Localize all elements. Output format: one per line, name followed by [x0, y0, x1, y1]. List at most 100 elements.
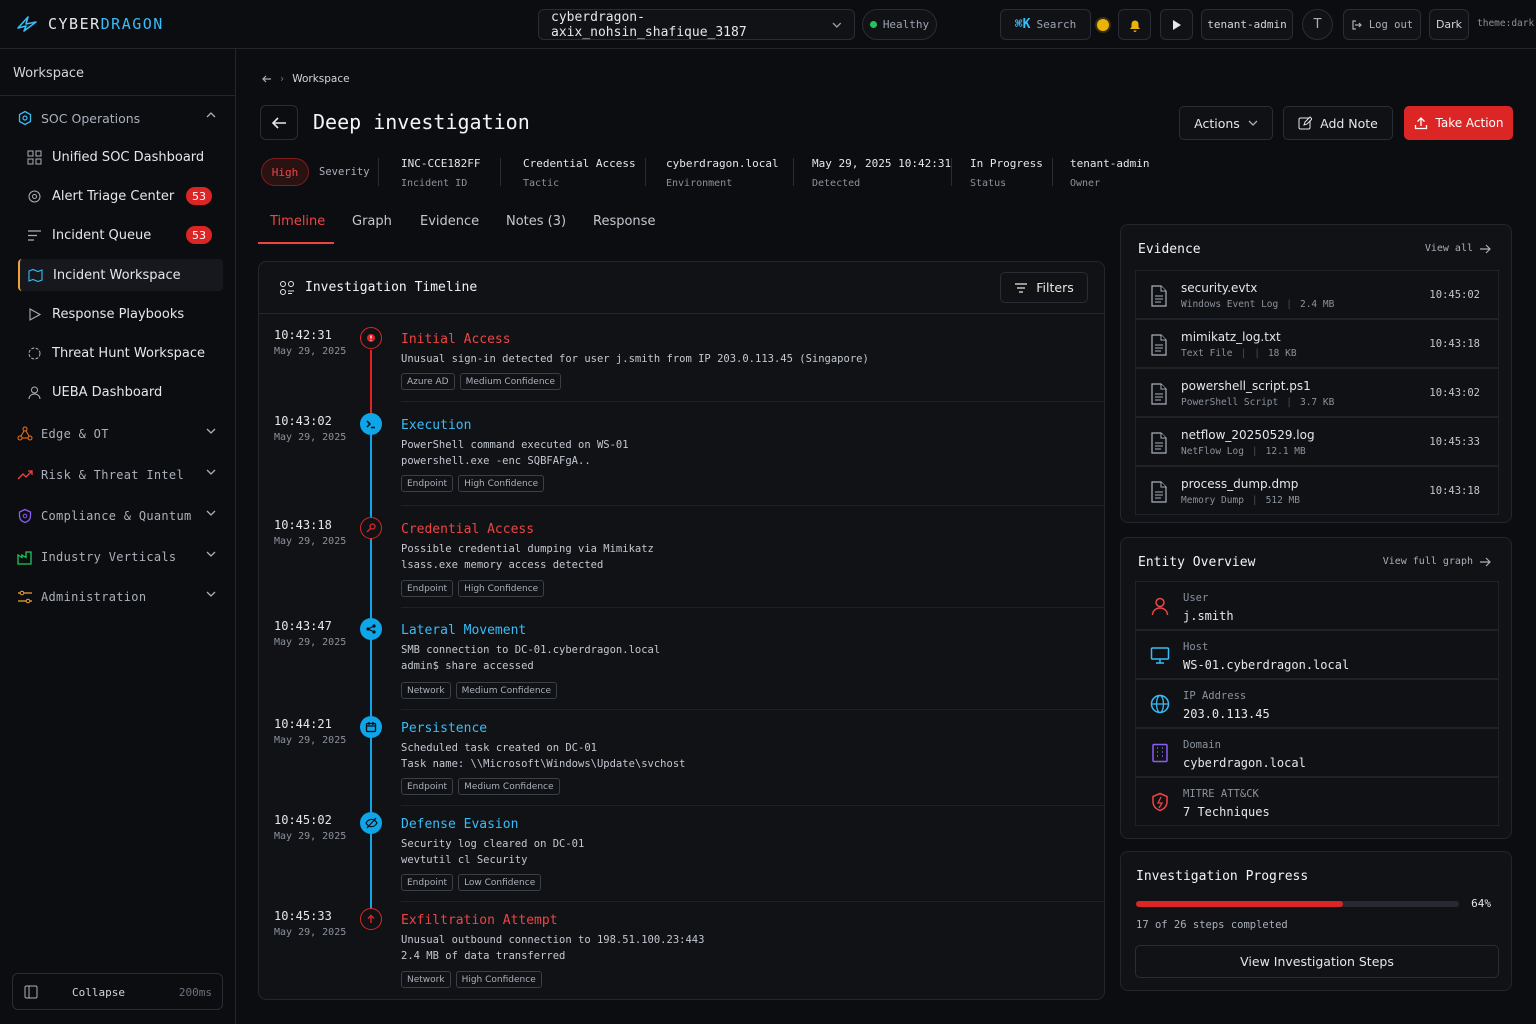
play-button[interactable] — [1160, 9, 1193, 40]
event-title: Initial Access — [401, 332, 511, 347]
logout-icon — [1352, 19, 1362, 30]
chevron-down-icon — [832, 22, 842, 28]
event-detail: Task name: \\Microsoft\Windows\Update\sv… — [401, 758, 686, 770]
evidence-item[interactable]: process_dump.dmp Memory Dump | 512 MB 10:4… — [1135, 466, 1499, 515]
tenant-select[interactable]: cyberdragon-axix_nohsin_shafique_3187 — [538, 9, 855, 40]
evidence-item[interactable]: security.evtx Windows Event Log | 2.4 MB 1… — [1135, 270, 1499, 319]
event-time: 10:42:31 — [274, 328, 332, 342]
collapse-sidebar-button[interactable]: Collapse 200ms — [12, 973, 223, 1010]
arrow-right-icon — [1480, 244, 1491, 253]
tab-timeline[interactable]: Timeline — [270, 214, 325, 229]
event-tag: High Confidence — [458, 475, 545, 492]
sidebar-item-alert-triage-center[interactable]: Alert Triage Center 53 — [18, 180, 223, 212]
view-full-graph-link[interactable]: View full graph — [1383, 556, 1491, 567]
evidence-item[interactable]: mimikatz_log.txt Text File | | 18 KB 10:43:… — [1135, 319, 1499, 368]
evidence-name: netflow_20250529.log — [1181, 428, 1315, 442]
tab-response[interactable]: Response — [593, 214, 655, 229]
sidebar-item-threat-hunt-workspace[interactable]: Threat Hunt Workspace — [18, 337, 223, 369]
sidebar-item-response-playbooks[interactable]: Response Playbooks — [18, 298, 223, 330]
sidebar-item-incident-workspace[interactable]: Incident Workspace — [18, 259, 223, 291]
entity-item-ip-address[interactable]: IP Address 203.0.113.45 — [1135, 679, 1499, 728]
logout-button[interactable]: Log out — [1343, 9, 1421, 40]
sidebar-group-risk-threat-intel[interactable]: Risk & Threat Intel — [17, 462, 222, 488]
entity-key: User — [1183, 592, 1209, 604]
view-all-link[interactable]: View all — [1425, 243, 1491, 254]
view-investigation-steps-button[interactable]: View Investigation Steps — [1135, 945, 1499, 978]
sidebar-group-industry-verticals[interactable]: Industry Verticals — [17, 544, 222, 570]
sidebar-group-soc-operations[interactable]: SOC Operations — [17, 105, 222, 131]
grid-icon — [27, 150, 42, 164]
entity-key: Domain — [1183, 739, 1221, 751]
event-time: 10:43:18 — [274, 518, 332, 532]
evidence-item[interactable]: powershell_script.ps1 PowerShell Script |… — [1135, 368, 1499, 417]
evidence-item[interactable]: netflow_20250529.log NetFlow Log | 12.1 MB… — [1135, 417, 1499, 466]
app-logo[interactable]: CYBERDRAGON — [16, 14, 164, 34]
divider — [951, 158, 952, 186]
event-date: May 29, 2025 — [274, 735, 347, 746]
chevron-up-icon — [206, 112, 216, 118]
sidebar-panel-icon — [24, 985, 38, 999]
event-tag: Endpoint — [401, 874, 454, 891]
progress-bar — [1136, 901, 1459, 907]
filters-button[interactable]: Filters — [1000, 272, 1088, 303]
event-description: PowerShell command executed on WS-01 — [401, 439, 629, 451]
logout-label: Log out — [1368, 18, 1414, 31]
entity-item-mitre-attack[interactable]: MITRE ATT&CK 7 Techniques — [1135, 777, 1499, 826]
severity-badge: High — [261, 158, 309, 186]
avatar[interactable]: T — [1302, 9, 1333, 40]
notifications-button[interactable] — [1118, 9, 1151, 40]
entity-value: 7 Techniques — [1183, 805, 1270, 819]
tab-evidence[interactable]: Evidence — [420, 214, 479, 229]
sidebar-item-unified-soc-dashboard[interactable]: Unified SOC Dashboard — [18, 141, 223, 173]
event-date: May 29, 2025 — [274, 346, 347, 357]
entity-item-user[interactable]: User j.smith — [1135, 581, 1499, 630]
map-icon — [28, 268, 43, 282]
status-indicator-icon — [1097, 19, 1109, 31]
note-edit-icon — [1298, 116, 1313, 130]
role-button[interactable]: tenant-admin — [1201, 9, 1293, 40]
collapse-label: Collapse — [72, 986, 125, 999]
eye-off-icon — [360, 812, 382, 834]
sidebar-item-ueba-dashboard[interactable]: UEBA Dashboard — [18, 376, 223, 408]
evidence-meta: PowerShell Script | 3.7 KB — [1181, 397, 1335, 408]
health-status-badge: Healthy — [862, 9, 937, 40]
event-date: May 29, 2025 — [274, 637, 347, 648]
entity-item-host[interactable]: Host WS-01.cyberdragon.local — [1135, 630, 1499, 679]
take-action-label: Take Action — [1435, 116, 1504, 130]
radar-icon — [28, 190, 41, 202]
theme-label: theme:dark — [1477, 18, 1535, 29]
search-button[interactable]: ⌘K Search — [1000, 9, 1091, 40]
theme-toggle[interactable]: Dark — [1429, 9, 1469, 40]
add-note-label: Add Note — [1320, 115, 1378, 131]
back-button[interactable] — [260, 105, 298, 140]
sidebar-group-edge-ot[interactable]: Edge & OT — [17, 421, 222, 447]
take-action-button[interactable]: Take Action — [1404, 106, 1513, 140]
active-tab-indicator — [258, 242, 334, 244]
actions-dropdown[interactable]: Actions — [1179, 106, 1273, 140]
search-label: Search — [1036, 18, 1077, 31]
arrow-left-icon[interactable] — [262, 74, 272, 84]
view-graph-label: View full graph — [1382, 556, 1473, 567]
tab-notes[interactable]: Notes (3) — [506, 214, 566, 229]
sidebar-group-administration[interactable]: Administration — [17, 584, 222, 610]
entity-key: IP Address — [1183, 690, 1247, 702]
breadcrumb-item[interactable]: Workspace — [292, 73, 349, 85]
filter-lines-icon — [1015, 282, 1028, 293]
entity-item-domain[interactable]: Domain cyberdragon.local — [1135, 728, 1499, 777]
progress-bar-fill — [1136, 901, 1343, 907]
event-tag: Endpoint — [401, 778, 454, 795]
add-note-button[interactable]: Add Note — [1283, 106, 1393, 140]
event-date: May 29, 2025 — [274, 432, 347, 443]
crosshair-icon — [28, 347, 41, 359]
sidebar-item-label: Alert Triage Center — [52, 188, 175, 204]
evidence-meta: NetFlow Log | 12.1 MB — [1181, 446, 1306, 457]
tab-graph[interactable]: Graph — [352, 214, 392, 229]
sidebar: Workspace SOC Operations Unified SOC Das… — [0, 49, 236, 1024]
sidebar-group-compliance-quantum[interactable]: Compliance & Quantum — [17, 503, 222, 529]
evidence-meta: Memory Dump | 512 MB — [1181, 495, 1300, 506]
divider — [401, 505, 1105, 506]
sidebar-item-incident-queue[interactable]: Incident Queue 53 — [18, 219, 223, 251]
app-name: CYBERDRAGON — [48, 15, 164, 33]
event-tag: Endpoint — [401, 475, 454, 492]
sidebar-item-label: Unified SOC Dashboard — [52, 149, 205, 165]
